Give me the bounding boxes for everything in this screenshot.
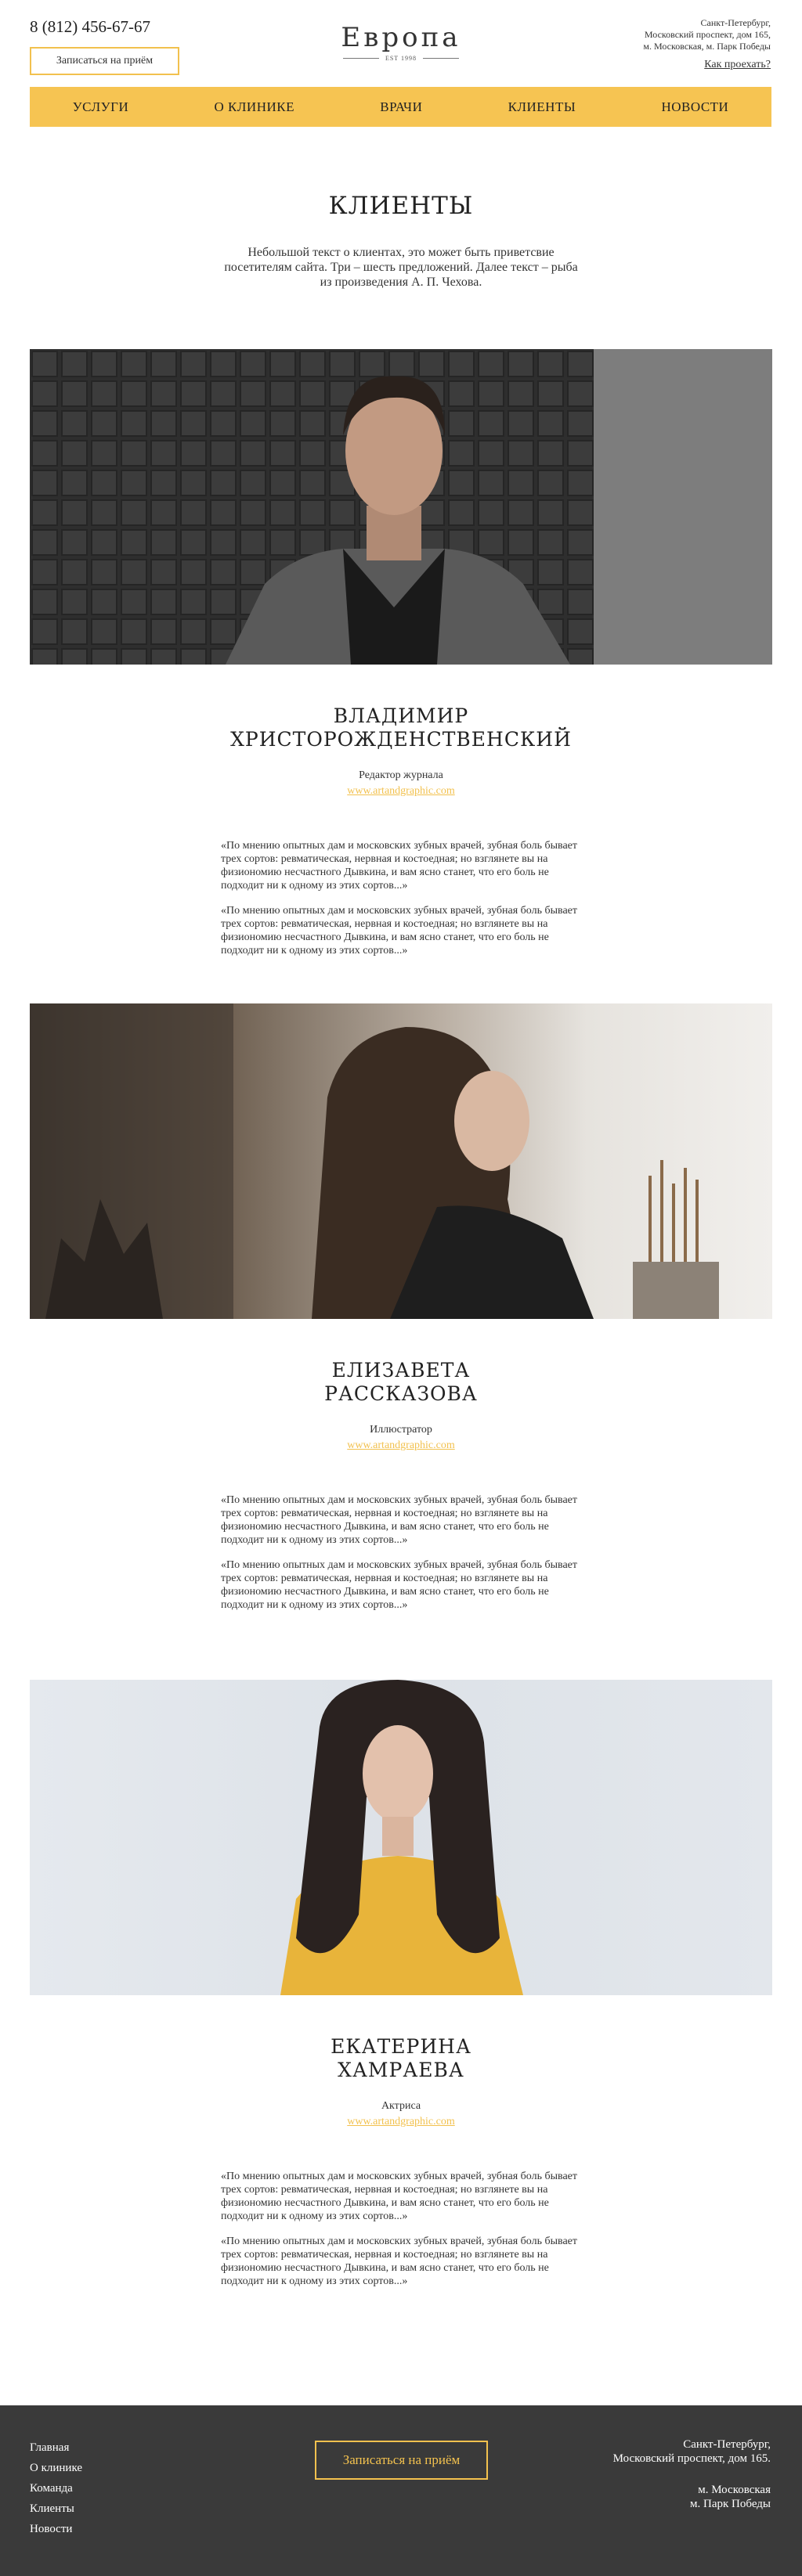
main-nav: УСЛУГИ О КЛИНИКЕ ВРАЧИ КЛИЕНТЫ НОВОСТИ bbox=[30, 87, 771, 127]
nav-item-services[interactable]: УСЛУГИ bbox=[73, 99, 129, 115]
client-name: ЕКАТЕРИНА ХАМРАЕВА bbox=[0, 2035, 802, 2082]
nav-item-clients[interactable]: КЛИЕНТЫ bbox=[508, 99, 576, 115]
nav-item-doctors[interactable]: ВРАЧИ bbox=[380, 99, 422, 115]
address-line: м. Московская, м. Парк Победы bbox=[643, 41, 771, 52]
footer-link-about[interactable]: О клинике bbox=[30, 2458, 82, 2478]
footer-link-clients[interactable]: Клиенты bbox=[30, 2499, 82, 2519]
client-role: Иллюстратор bbox=[370, 1424, 432, 1436]
client-role: Редактор журнала bbox=[359, 769, 443, 781]
address-line: Московский проспект, дом 165, bbox=[644, 29, 771, 40]
client-quote: «По мнению опытных дам и московских зубн… bbox=[221, 1494, 577, 1546]
client-quote: «По мнению опытных дам и московских зубн… bbox=[221, 2236, 577, 2287]
client-last-name: РАССКАЗОВА bbox=[324, 1382, 478, 1405]
address-line: Санкт-Петербург, bbox=[683, 2438, 771, 2451]
logo-est: EST 1998 bbox=[385, 55, 417, 62]
footer-metro: м. Московская м. Парк Победы bbox=[536, 2483, 771, 2511]
client-quote: «По мнению опытных дам и московских зубн… bbox=[221, 840, 577, 892]
header-address: Санкт-Петербург, Московский проспект, до… bbox=[567, 17, 771, 52]
footer-book-button[interactable]: Записаться на приём bbox=[315, 2441, 488, 2480]
nav-item-news[interactable]: НОВОСТИ bbox=[661, 99, 728, 115]
logo-divider bbox=[342, 58, 379, 59]
logo-text: Европа bbox=[341, 22, 461, 53]
client-photo bbox=[30, 1003, 772, 1319]
footer-link-team[interactable]: Команда bbox=[30, 2478, 82, 2499]
client-photo bbox=[30, 1680, 772, 1995]
phone-number[interactable]: 8 (812) 456-67-67 bbox=[30, 17, 150, 37]
logo[interactable]: Европа EST 1998 bbox=[338, 22, 464, 62]
footer-nav: Главная О клинике Команда Клиенты Новост… bbox=[30, 2437, 82, 2539]
client-name: ВЛАДИМИР ХРИСТОРОЖДЕНСТВЕНСКИЙ bbox=[0, 704, 802, 751]
address-line: Московский проспект, дом 165. bbox=[612, 2452, 771, 2465]
client-role: Актриса bbox=[381, 2100, 421, 2112]
client-first-name: ВЛАДИМИР bbox=[333, 704, 469, 727]
client-website-link[interactable]: www.artandgraphic.com bbox=[0, 785, 802, 798]
client-last-name: ХРИСТОРОЖДЕНСТВЕНСКИЙ bbox=[230, 728, 572, 751]
logo-divider bbox=[423, 58, 460, 59]
book-appointment-button[interactable]: Записаться на приём bbox=[30, 47, 179, 75]
page-title: КЛИЕНТЫ bbox=[328, 192, 474, 220]
footer-link-news[interactable]: Новости bbox=[30, 2519, 82, 2539]
client-website-link[interactable]: www.artandgraphic.com bbox=[0, 2116, 802, 2128]
nav-item-about[interactable]: О КЛИНИКЕ bbox=[215, 99, 294, 115]
woman-yellow-sweater-illustration bbox=[280, 1680, 523, 1995]
woman-profile-illustration bbox=[30, 1003, 719, 1319]
metro-line: м. Парк Победы bbox=[690, 2498, 771, 2510]
footer-address: Санкт-Петербург, Московский проспект, до… bbox=[536, 2437, 771, 2466]
client-quote: «По мнению опытных дам и московских зубн… bbox=[221, 1559, 577, 1611]
logo-subline: EST 1998 bbox=[338, 55, 464, 62]
address-line: Санкт-Петербург, bbox=[700, 17, 771, 28]
footer-link-home[interactable]: Главная bbox=[30, 2437, 82, 2458]
client-quote: «По мнению опытных дам и московских зубн… bbox=[221, 2171, 577, 2222]
directions-link[interactable]: Как проехать? bbox=[704, 59, 771, 71]
client-first-name: ЕЛИЗАВЕТА bbox=[331, 1359, 471, 1382]
client-name: ЕЛИЗАВЕТА РАССКАЗОВА bbox=[0, 1359, 802, 1406]
client-photo bbox=[30, 349, 772, 665]
man-portrait-illustration bbox=[30, 349, 772, 665]
client-website-link[interactable]: www.artandgraphic.com bbox=[0, 1439, 802, 1452]
client-first-name: ЕКАТЕРИНА bbox=[331, 2035, 471, 2058]
client-last-name: ХАМРАЕВА bbox=[338, 2059, 464, 2081]
site-header: 8 (812) 456-67-67 Записаться на приём Ев… bbox=[0, 0, 802, 86]
site-footer: Главная О клинике Команда Клиенты Новост… bbox=[0, 2405, 802, 2576]
page-intro: Небольшой текст о клиентах, это может бы… bbox=[224, 246, 578, 289]
client-quote: «По мнению опытных дам и московских зубн… bbox=[221, 905, 577, 957]
metro-line: м. Московская bbox=[698, 2484, 771, 2496]
